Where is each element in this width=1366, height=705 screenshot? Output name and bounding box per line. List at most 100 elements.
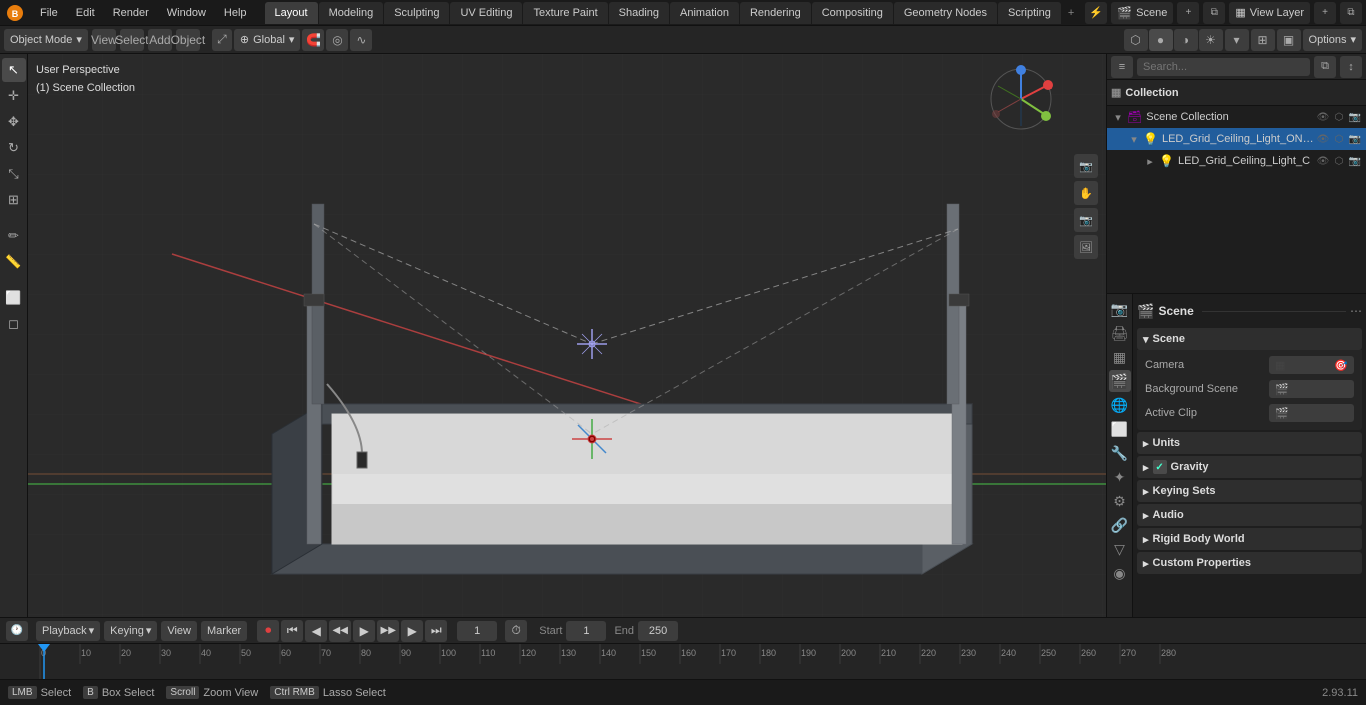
current-frame-input[interactable]: 1 <box>457 621 497 641</box>
playback-btn[interactable]: Playback ▾ <box>36 621 100 641</box>
tab-texture-paint[interactable]: Texture Paint <box>523 2 607 24</box>
scene-props-icon[interactable]: 🎬 <box>1109 370 1131 392</box>
view-menu-btn[interactable]: View <box>92 29 116 51</box>
hand-tool-btn[interactable]: ✋ <box>1074 181 1098 205</box>
material-props-icon[interactable]: ◉ <box>1109 562 1131 584</box>
timeline-type-btn[interactable]: 🕐 <box>6 621 28 641</box>
overlay-btn[interactable]: ⊞ <box>1251 29 1275 51</box>
scene-copy-icon[interactable]: ⧉ <box>1203 2 1225 24</box>
object-mode-dropdown[interactable]: Object Mode ▾ <box>4 29 88 51</box>
menu-edit[interactable]: Edit <box>68 2 103 24</box>
outliner-sort-btn[interactable]: ↕ <box>1340 56 1362 78</box>
add-cube-btn[interactable]: ⬜ <box>2 286 26 310</box>
viewport-3d[interactable]: User Perspective (1) Scene Collection X … <box>28 54 1106 617</box>
solid-btn[interactable]: ● <box>1149 29 1173 51</box>
scene-section-header[interactable]: ▾ Scene <box>1137 328 1362 350</box>
wireframe-btn[interactable]: ⬡ <box>1124 29 1148 51</box>
options-dropdown[interactable]: Options ▾ <box>1303 29 1362 51</box>
properties-header-expand-btn[interactable]: ⋯ <box>1350 304 1362 318</box>
object-menu-btn[interactable]: Object <box>176 29 200 51</box>
view-btn[interactable]: View <box>161 621 197 641</box>
next-frame-btn[interactable]: ▶ <box>401 620 423 642</box>
tab-shading[interactable]: Shading <box>609 2 669 24</box>
prev-frame-btn[interactable]: ◀ <box>305 620 327 642</box>
render-icon[interactable]: 📷 <box>1348 110 1362 124</box>
modifier-props-icon[interactable]: 🔧 <box>1109 442 1131 464</box>
skip-end-btn[interactable]: ⏭ <box>425 620 447 642</box>
add-menu-btn[interactable]: Add <box>148 29 172 51</box>
tab-geometry-nodes[interactable]: Geometry Nodes <box>894 2 997 24</box>
rotate-tool-btn[interactable]: ↻ <box>2 136 26 160</box>
menu-file[interactable]: File <box>32 2 66 24</box>
tab-compositing[interactable]: Compositing <box>812 2 893 24</box>
play-btn[interactable]: ▶ <box>353 620 375 642</box>
add-plane-btn[interactable]: ◻ <box>2 312 26 336</box>
item2-render-icon[interactable]: 📷 <box>1348 154 1362 168</box>
outliner-scene-collection[interactable]: ▾ 🗃 Scene Collection 👁 ⬡ 📷 <box>1107 106 1366 128</box>
outliner-item-led-1[interactable]: ▾ 💡 LED_Grid_Ceiling_Light_ON_0 👁 ⬡ 📷 <box>1107 128 1366 150</box>
proportional-btn[interactable]: ◎ <box>326 29 348 51</box>
tab-scripting[interactable]: Scripting <box>998 2 1061 24</box>
select-tool-btn[interactable]: ↖ <box>2 58 26 82</box>
item2-visibility-icon[interactable]: 👁 <box>1316 154 1330 168</box>
render-props-icon[interactable]: 📷 <box>1109 298 1131 320</box>
background-scene-value[interactable]: 🎬 <box>1269 380 1354 398</box>
timeline-ruler[interactable]: 0 10 20 30 40 50 60 70 80 90 100 110 <box>0 644 1366 679</box>
scale-tool-btn[interactable]: ⤡ <box>2 162 26 186</box>
data-props-icon[interactable]: ▽ <box>1109 538 1131 560</box>
view-layer-props-icon[interactable]: ▦ <box>1109 346 1131 368</box>
menu-render[interactable]: Render <box>105 2 157 24</box>
keying-sets-header[interactable]: ▸ Keying Sets <box>1137 480 1362 502</box>
menu-help[interactable]: Help <box>216 2 255 24</box>
play-forward-btn[interactable]: ▶▶ <box>377 620 399 642</box>
tab-animation[interactable]: Animation <box>670 2 739 24</box>
particles-props-icon[interactable]: ✦ <box>1109 466 1131 488</box>
outliner-search-input[interactable] <box>1137 58 1310 76</box>
item1-viewport-icon[interactable]: ⬡ <box>1332 132 1346 146</box>
tab-modeling[interactable]: Modeling <box>319 2 384 24</box>
audio-section-header[interactable]: ▸ Audio <box>1137 504 1362 526</box>
keying-btn[interactable]: Keying ▾ <box>104 621 157 641</box>
custom-props-header[interactable]: ▸ Custom Properties <box>1137 552 1362 574</box>
material-preview-btn[interactable]: ◑ <box>1174 29 1198 51</box>
camera-pick-icon[interactable]: 🎯 <box>1334 359 1348 372</box>
render-preview-btn[interactable]: ☀ <box>1199 29 1223 51</box>
xray-btn[interactable]: ▣ <box>1277 29 1301 51</box>
measure-btn[interactable]: 📏 <box>2 250 26 274</box>
skip-start-btn[interactable]: ⏮ <box>281 620 303 642</box>
tab-layout[interactable]: Layout <box>265 2 318 24</box>
snap-btn[interactable]: 🧲 <box>302 29 324 51</box>
output-props-icon[interactable]: 🖨 <box>1109 322 1131 344</box>
camera-perspective-btn[interactable]: 📷 <box>1074 208 1098 232</box>
menu-window[interactable]: Window <box>159 2 214 24</box>
curve-btn[interactable]: ∿ <box>350 29 372 51</box>
view-layer-selector[interactable]: ▦ View Layer <box>1229 2 1310 24</box>
record-btn[interactable]: ⏺ <box>257 620 279 642</box>
fps-clock-btn[interactable]: ⏱ <box>505 620 527 642</box>
constraints-props-icon[interactable]: 🔗 <box>1109 514 1131 536</box>
camera-value[interactable]: ▦ 🎯 <box>1269 356 1354 374</box>
tab-rendering[interactable]: Rendering <box>740 2 811 24</box>
move-tool-btn[interactable]: ✥ <box>2 110 26 134</box>
copy-view-layer-icon[interactable]: ⧉ <box>1340 2 1362 24</box>
new-scene-icon[interactable]: + <box>1177 2 1199 24</box>
outliner-item-led-2[interactable]: ▸ 💡 LED_Grid_Ceiling_Light_C 👁 ⬡ 📷 <box>1107 150 1366 172</box>
tab-sculpting[interactable]: Sculpting <box>384 2 449 24</box>
physics-props-icon[interactable]: ⚙ <box>1109 490 1131 512</box>
item2-viewport-icon[interactable]: ⬡ <box>1332 154 1346 168</box>
gravity-section-header[interactable]: ▸ ✓ Gravity <box>1137 456 1362 478</box>
transform-tool-btn[interactable]: ⊞ <box>2 188 26 212</box>
object-props-icon[interactable]: ⬜ <box>1109 418 1131 440</box>
transform-btn[interactable]: ⤢ <box>212 29 232 51</box>
annotate-btn[interactable]: ✏ <box>2 224 26 248</box>
start-frame-input[interactable] <box>566 621 606 641</box>
add-workspace-button[interactable]: + <box>1062 2 1080 24</box>
viewport-icon[interactable]: ⬡ <box>1332 110 1346 124</box>
gravity-checkbox[interactable]: ✓ <box>1153 460 1167 474</box>
cursor-tool-btn[interactable]: ✛ <box>2 84 26 108</box>
select-menu-btn[interactable]: Select <box>120 29 144 51</box>
end-frame-input[interactable] <box>638 621 678 641</box>
shading-options-btn[interactable]: ▾ <box>1225 29 1249 51</box>
scene-selector[interactable]: 🎬 Scene <box>1111 2 1173 24</box>
render-btn[interactable]: 🖼 <box>1074 235 1098 259</box>
